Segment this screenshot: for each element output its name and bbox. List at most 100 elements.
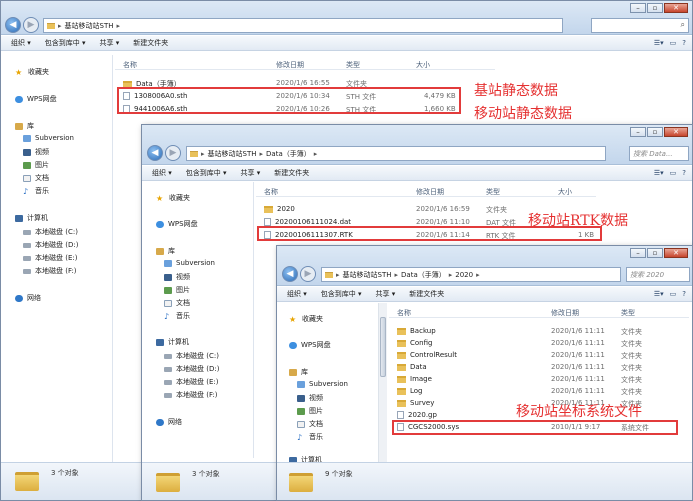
nav-library-music[interactable]: ♪ 音乐 [23,186,49,196]
address-bar[interactable]: ▸ 基站移动站STH ▸ Data（手簿） ▸ 2020 ▸ [321,267,621,282]
nav-disk-e[interactable]: 本地磁盘 (E:) [164,377,218,387]
forward-button[interactable]: ▶ [300,266,316,282]
organize-menu[interactable]: 组织 ▾ [287,289,307,299]
nav-library-documents[interactable]: 文档 [164,298,190,308]
file-row[interactable]: Data（手簿） 2020/1/6 16:55 文件夹 [115,77,495,89]
column-header-size[interactable]: 大小 [558,187,572,197]
nav-computer[interactable]: 计算机 [15,213,48,223]
search-input[interactable]: 搜索 Data... [629,146,689,161]
share-menu[interactable]: 共享 ▾ [376,289,396,299]
preview-pane-icon[interactable]: ▭ [670,290,677,298]
nav-wps-cloud[interactable]: WPS网盘 [156,219,198,229]
back-button[interactable]: ◀ [282,266,298,282]
column-header-modified[interactable]: 修改日期 [551,308,579,318]
include-in-library-menu[interactable]: 包含到库中 ▾ [186,168,227,178]
forward-button[interactable]: ▶ [165,145,181,161]
column-header-modified[interactable]: 修改日期 [276,60,304,70]
breadcrumb-item[interactable]: 2020 [455,271,473,279]
nav-favorites[interactable]: ★ 收藏夹 [15,67,49,77]
breadcrumb-item[interactable]: Data（手簿） [401,270,446,280]
minimize-button[interactable]: – [630,248,646,258]
column-header-type[interactable]: 类型 [486,187,500,197]
nav-library-documents[interactable]: 文档 [297,419,323,429]
nav-library-music[interactable]: ♪ 音乐 [164,311,190,321]
column-header-name[interactable]: 名称 [264,187,278,197]
nav-library-music[interactable]: ♪ 音乐 [297,432,323,442]
nav-library-subversion[interactable]: Subversion [23,134,74,142]
maximize-button[interactable]: ▫ [647,127,663,137]
new-folder-button[interactable]: 新建文件夹 [274,168,309,178]
maximize-button[interactable]: ▫ [647,3,663,13]
nav-favorites[interactable]: ★ 收藏夹 [156,193,190,203]
nav-favorites[interactable]: ★ 收藏夹 [289,314,323,324]
maximize-button[interactable]: ▫ [647,248,663,258]
nav-library-pictures[interactable]: 图片 [164,285,190,295]
nav-library-subversion[interactable]: Subversion [297,380,348,388]
nav-disk-d[interactable]: 本地磁盘 (D:) [23,240,78,250]
file-row[interactable]: ControlResult 2020/1/6 11:11 文件夹 [389,349,689,361]
nav-disk-c[interactable]: 本地磁盘 (C:) [23,227,78,237]
share-menu[interactable]: 共享 ▾ [100,38,120,48]
new-folder-button[interactable]: 新建文件夹 [409,289,444,299]
view-options-icon[interactable]: ☰▾ [654,169,664,177]
column-header-name[interactable]: 名称 [123,60,137,70]
minimize-button[interactable]: – [630,3,646,13]
scrollbar-thumb[interactable] [380,317,386,377]
nav-disk-f[interactable]: 本地磁盘 (F:) [164,390,218,400]
new-folder-button[interactable]: 新建文件夹 [133,38,168,48]
nav-network[interactable]: 网络 [156,417,182,427]
close-button[interactable]: ✕ [664,3,688,13]
file-row[interactable]: Log 2020/1/6 11:11 文件夹 [389,385,689,397]
close-button[interactable]: ✕ [664,248,688,258]
share-menu[interactable]: 共享 ▾ [241,168,261,178]
column-header-name[interactable]: 名称 [397,308,411,318]
nav-library[interactable]: 库 [15,121,34,131]
address-bar[interactable]: ▸ 基站移动站STH ▸ Data（手簿） ▸ [186,146,606,161]
nav-library-videos[interactable]: 视频 [297,393,323,403]
organize-menu[interactable]: 组织 ▾ [11,38,31,48]
nav-wps-cloud[interactable]: WPS网盘 [289,340,331,350]
include-in-library-menu[interactable]: 包含到库中 ▾ [321,289,362,299]
search-input[interactable]: 搜索 2020 [626,267,690,282]
preview-pane-icon[interactable]: ▭ [670,39,677,47]
forward-button[interactable]: ▶ [23,17,39,33]
view-options-icon[interactable]: ☰▾ [654,39,664,47]
help-icon[interactable]: ? [682,169,686,177]
column-header-modified[interactable]: 修改日期 [416,187,444,197]
help-icon[interactable]: ? [682,39,686,47]
nav-library-pictures[interactable]: 图片 [297,406,323,416]
nav-disk-e[interactable]: 本地磁盘 (E:) [23,253,77,263]
minimize-button[interactable]: – [630,127,646,137]
file-row[interactable]: 20200106111307.RTK 2020/1/6 11:14 RTK 文件… [256,229,596,241]
organize-menu[interactable]: 组织 ▾ [152,168,172,178]
column-header-type[interactable]: 类型 [621,308,635,318]
breadcrumb-item[interactable]: 基站移动站STH [208,149,257,159]
nav-computer[interactable]: 计算机 [156,337,189,347]
nav-disk-f[interactable]: 本地磁盘 (F:) [23,266,77,276]
view-options-icon[interactable]: ☰▾ [654,290,664,298]
close-button[interactable]: ✕ [664,127,688,137]
file-row[interactable]: Backup 2020/1/6 11:11 文件夹 [389,325,689,337]
file-row[interactable]: 1308006A0.sth 2020/1/6 10:34 STH 文件 4,47… [115,90,495,102]
search-input[interactable]: ⌕ [591,18,689,33]
help-icon[interactable]: ? [682,290,686,298]
nav-library-pictures[interactable]: 图片 [23,160,49,170]
nav-disk-d[interactable]: 本地磁盘 (D:) [164,364,219,374]
nav-library[interactable]: 库 [289,367,308,377]
include-in-library-menu[interactable]: 包含到库中 ▾ [45,38,86,48]
column-header-size[interactable]: 大小 [416,60,430,70]
nav-scrollbar[interactable] [378,303,387,464]
nav-library[interactable]: 库 [156,246,175,256]
preview-pane-icon[interactable]: ▭ [670,169,677,177]
file-row[interactable]: Image 2020/1/6 11:11 文件夹 [389,373,689,385]
nav-library-videos[interactable]: 视频 [164,272,190,282]
breadcrumb-item[interactable]: Data（手簿） [266,149,311,159]
file-row[interactable]: CGCS2000.sys 2010/1/1 9:17 系统文件 [389,421,689,433]
back-button[interactable]: ◀ [5,17,21,33]
breadcrumb-item[interactable]: 基站移动站STH [343,270,392,280]
nav-library-subversion[interactable]: Subversion [164,259,215,267]
nav-disk-c[interactable]: 本地磁盘 (C:) [164,351,219,361]
nav-library-documents[interactable]: 文档 [23,173,49,183]
column-header-type[interactable]: 类型 [346,60,360,70]
nav-library-videos[interactable]: 视频 [23,147,49,157]
